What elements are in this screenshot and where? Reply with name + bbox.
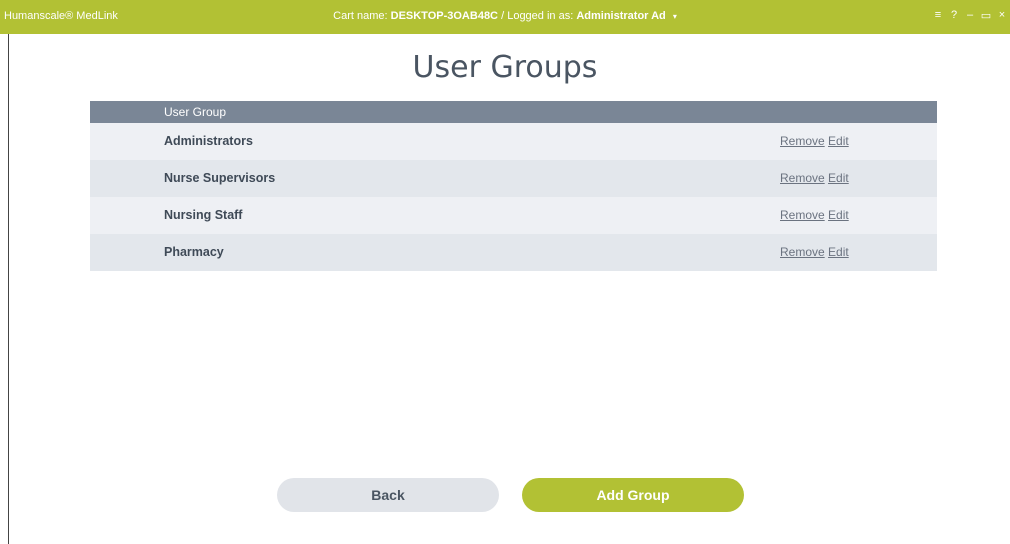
window-border (8, 34, 9, 544)
window-controls: ≡ ? – ▭ × (930, 9, 1010, 22)
chevron-down-icon[interactable]: ▾ (673, 12, 677, 21)
page-title: User Groups (412, 50, 598, 85)
help-icon[interactable]: ? (946, 9, 962, 22)
menu-icon[interactable]: ≡ (930, 9, 946, 22)
edit-link[interactable]: Edit (828, 245, 849, 259)
edit-link[interactable]: Edit (828, 171, 849, 185)
group-name: Nurse Supervisors (164, 171, 276, 185)
row-actions: Remove Edit (780, 123, 849, 160)
add-group-button[interactable]: Add Group (522, 478, 744, 512)
remove-link[interactable]: Remove (780, 171, 825, 185)
group-name: Nursing Staff (164, 208, 243, 222)
maximize-icon[interactable]: ▭ (978, 9, 994, 22)
user-groups-table: User Group Administrators Remove Edit Nu… (90, 101, 937, 271)
group-name: Pharmacy (164, 245, 224, 259)
remove-link[interactable]: Remove (780, 134, 825, 148)
table-row: Pharmacy Remove Edit (90, 234, 937, 271)
minimize-icon[interactable]: – (962, 9, 978, 22)
row-actions: Remove Edit (780, 197, 849, 234)
group-name: Administrators (164, 134, 253, 148)
session-info: Cart name: DESKTOP-3OAB48C / Logged in a… (0, 10, 1010, 22)
row-actions: Remove Edit (780, 234, 849, 271)
title-bar: Humanscale® MedLink Cart name: DESKTOP-3… (0, 0, 1010, 34)
user-menu[interactable]: Administrator Ad (576, 10, 665, 22)
edit-link[interactable]: Edit (828, 134, 849, 148)
logged-in-label: Logged in as: (507, 10, 574, 22)
remove-link[interactable]: Remove (780, 245, 825, 259)
back-button[interactable]: Back (277, 478, 499, 512)
table-row: Administrators Remove Edit (90, 123, 937, 160)
close-icon[interactable]: × (994, 9, 1010, 22)
remove-link[interactable]: Remove (780, 208, 825, 222)
table-row: Nursing Staff Remove Edit (90, 197, 937, 234)
row-actions: Remove Edit (780, 160, 849, 197)
edit-link[interactable]: Edit (828, 208, 849, 222)
cart-name: DESKTOP-3OAB48C (390, 10, 499, 22)
cart-label: Cart name: (333, 10, 388, 22)
separator: / (501, 10, 505, 22)
table-row: Nurse Supervisors Remove Edit (90, 160, 937, 197)
column-header-user-group: User Group (90, 101, 937, 123)
